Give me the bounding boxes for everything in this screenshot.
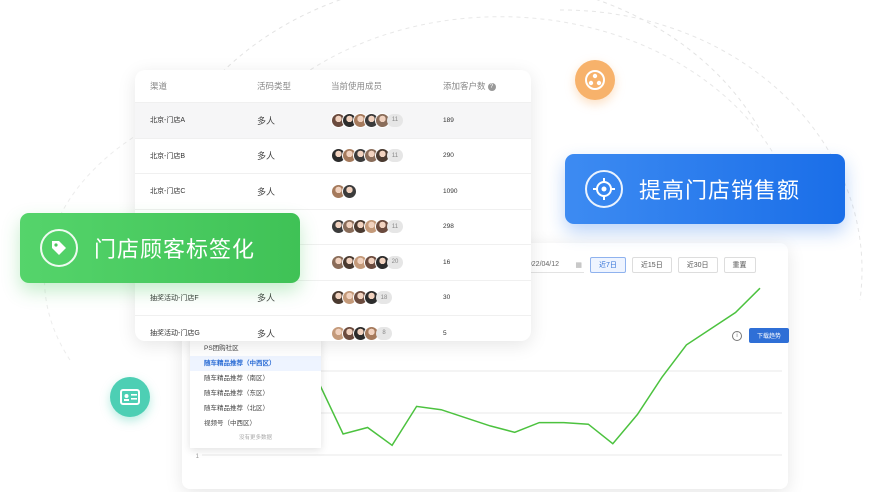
members-cell: 18: [331, 290, 443, 306]
members-cell: [331, 183, 443, 199]
dropdown-option[interactable]: 随车精品推荐（南区）: [190, 371, 321, 386]
info-icon[interactable]: i: [732, 331, 742, 341]
sales-increase-title: 提高门店销售额: [639, 178, 801, 203]
last-15-days-button[interactable]: 近15日: [631, 257, 672, 273]
team-icon: [575, 60, 615, 100]
table-row[interactable]: 抽奖活动-门店F 多人 18 30: [135, 279, 531, 316]
customer-count-cell: 5: [443, 329, 447, 337]
table-row[interactable]: 北京-门店A 多人 11 189: [135, 102, 531, 138]
table-row[interactable]: 抽奖活动-门店G 多人 8 5: [135, 315, 531, 351]
members-cell: 20: [331, 254, 443, 270]
customer-tagging-title: 门店顾客标签化: [94, 237, 256, 262]
code-type-cell: 多人: [257, 115, 276, 126]
code-type-cell: 多人: [257, 328, 276, 339]
customer-count-cell: 298: [443, 223, 454, 231]
member-count-badge: 18: [376, 291, 392, 305]
members-cell: 11: [331, 219, 443, 235]
member-count-badge: 11: [387, 220, 403, 234]
col-code-type: 活码类型: [257, 81, 292, 91]
dropdown-option[interactable]: 随车精品推荐（东区）: [190, 386, 321, 401]
target-icon: [585, 170, 623, 208]
dropdown-option[interactable]: 随车精品推荐（中西区）: [190, 356, 321, 371]
col-customers-wrap: 添加客户数?: [443, 80, 531, 92]
channel-cell: 抽奖活动-门店G: [150, 330, 200, 338]
dropdown-option[interactable]: 视频号（中西区）: [190, 416, 321, 431]
channel-code-table: 渠道 活码类型 当前使用成员 添加客户数? 北京-门店A 多人 11 189 北京-门店…: [135, 70, 531, 341]
member-count-badge: 11: [387, 149, 403, 163]
contact-card-icon: [110, 377, 150, 417]
date-filter-bar: 2022/04/12 ▦ 近7日 近15日 近30日 重置: [522, 257, 756, 273]
channel-cell: 抽奖活动-门店F: [150, 294, 199, 302]
sales-increase-banner: 提高门店销售额: [565, 154, 845, 224]
customer-count-cell: 16: [443, 258, 451, 266]
end-date-input[interactable]: 2022/04/12 ▦: [522, 258, 584, 273]
code-type-cell: 多人: [257, 186, 276, 197]
help-icon[interactable]: ?: [487, 82, 496, 91]
member-count-badge: 20: [387, 255, 403, 269]
tag-icon: [40, 229, 78, 267]
no-more-data-text: 没有更多数据: [238, 435, 272, 441]
dropdown-option[interactable]: 随车精品推荐（北区）: [190, 401, 321, 416]
members-cell: 11: [331, 148, 443, 164]
table-header: 渠道 活码类型 当前使用成员 添加客户数?: [135, 70, 531, 102]
members-cell: 11: [331, 112, 443, 128]
col-customers: 添加客户数: [443, 81, 486, 91]
reset-button[interactable]: 重置: [723, 257, 756, 273]
y-tick-label: 1: [196, 454, 200, 460]
avatar: [342, 183, 357, 199]
channel-dropdown: PS团购社区 随车精品推荐（中西区） 随车精品推荐（南区） 随车精品推荐（东区） 随车精…: [190, 337, 321, 448]
code-type-cell: 多人: [257, 293, 276, 304]
channel-cell: 北京-门店B: [150, 152, 185, 160]
last-7-days-button[interactable]: 近7日: [590, 257, 626, 273]
col-members: 当前使用成员: [331, 81, 383, 91]
customer-count-cell: 290: [443, 152, 454, 160]
customer-count-cell: 30: [443, 294, 451, 302]
table-row[interactable]: 北京-门店B 多人 11 290: [135, 137, 531, 174]
channel-cell: 北京-门店C: [150, 188, 186, 196]
channel-cell: 北京-门店A: [150, 117, 185, 125]
member-count-badge: 11: [387, 113, 403, 127]
customer-count-cell: 189: [443, 116, 454, 124]
calendar-icon: ▦: [575, 261, 582, 269]
table-row[interactable]: 北京-门店C 多人 1090: [135, 173, 531, 209]
member-count-badge: 8: [376, 326, 392, 340]
col-channel: 渠道: [150, 81, 168, 91]
last-30-days-button[interactable]: 近30日: [677, 257, 718, 273]
download-trend-button[interactable]: 下载趋势: [749, 328, 789, 343]
customer-count-cell: 1090: [443, 187, 458, 195]
code-type-cell: 多人: [257, 151, 276, 162]
customer-tagging-banner: 门店顾客标签化: [20, 213, 300, 283]
members-cell: 8: [331, 325, 443, 341]
